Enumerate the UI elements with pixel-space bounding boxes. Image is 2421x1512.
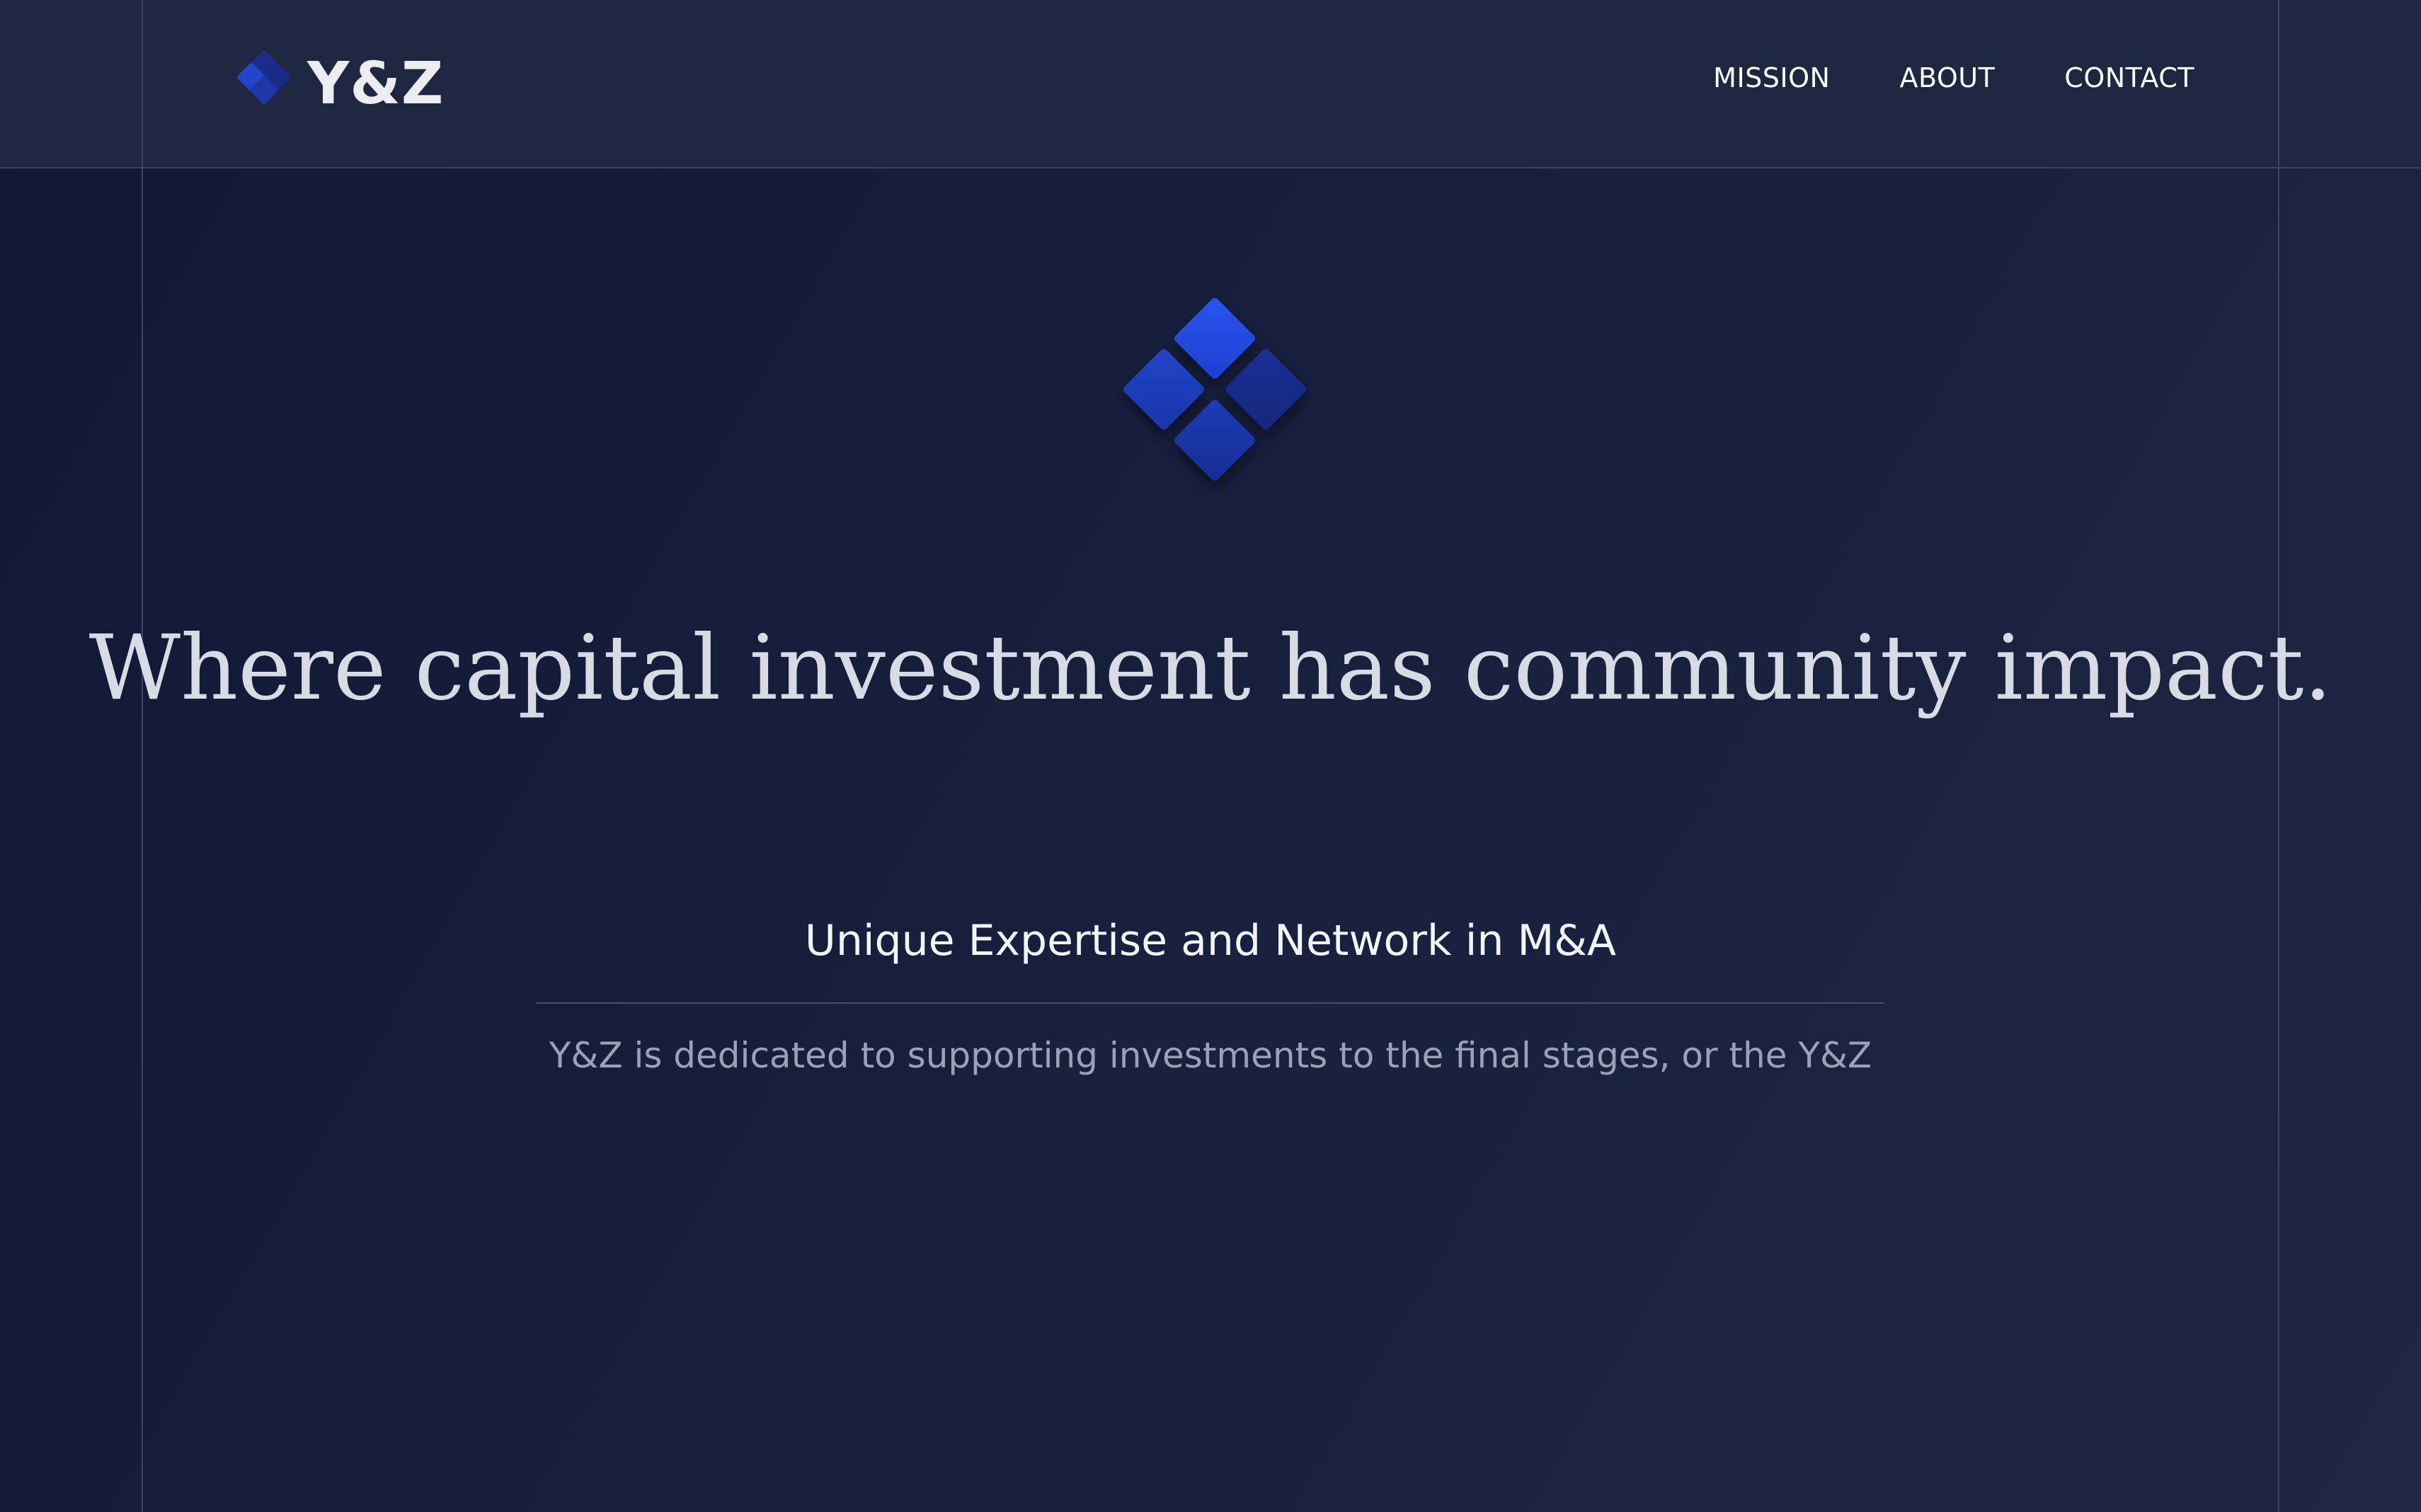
brand-logo-link[interactable]: Y&Z bbox=[227, 48, 444, 119]
diamond-cluster-icon bbox=[1123, 298, 1306, 481]
main-nav: MISSION ABOUT CONTACT bbox=[1644, 62, 2194, 93]
hero-subheading: Unique Expertise and Network in M&A bbox=[804, 916, 1617, 966]
brand-name: Y&Z bbox=[307, 50, 445, 118]
section-divider bbox=[537, 1002, 1884, 1004]
grid-guide-right bbox=[2278, 0, 2279, 1512]
hero-headline: Where capital investment has community i… bbox=[88, 616, 2333, 720]
grid-guide-left bbox=[142, 0, 143, 1512]
diamond-cluster-icon bbox=[237, 50, 291, 104]
hero-description: Y&Z is dedicated to supporting investmen… bbox=[549, 1035, 1872, 1076]
nav-item-contact[interactable]: CONTACT bbox=[2064, 62, 2194, 93]
nav-item-about[interactable]: ABOUT bbox=[1899, 62, 1995, 93]
nav-item-mission[interactable]: MISSION bbox=[1713, 62, 1830, 93]
